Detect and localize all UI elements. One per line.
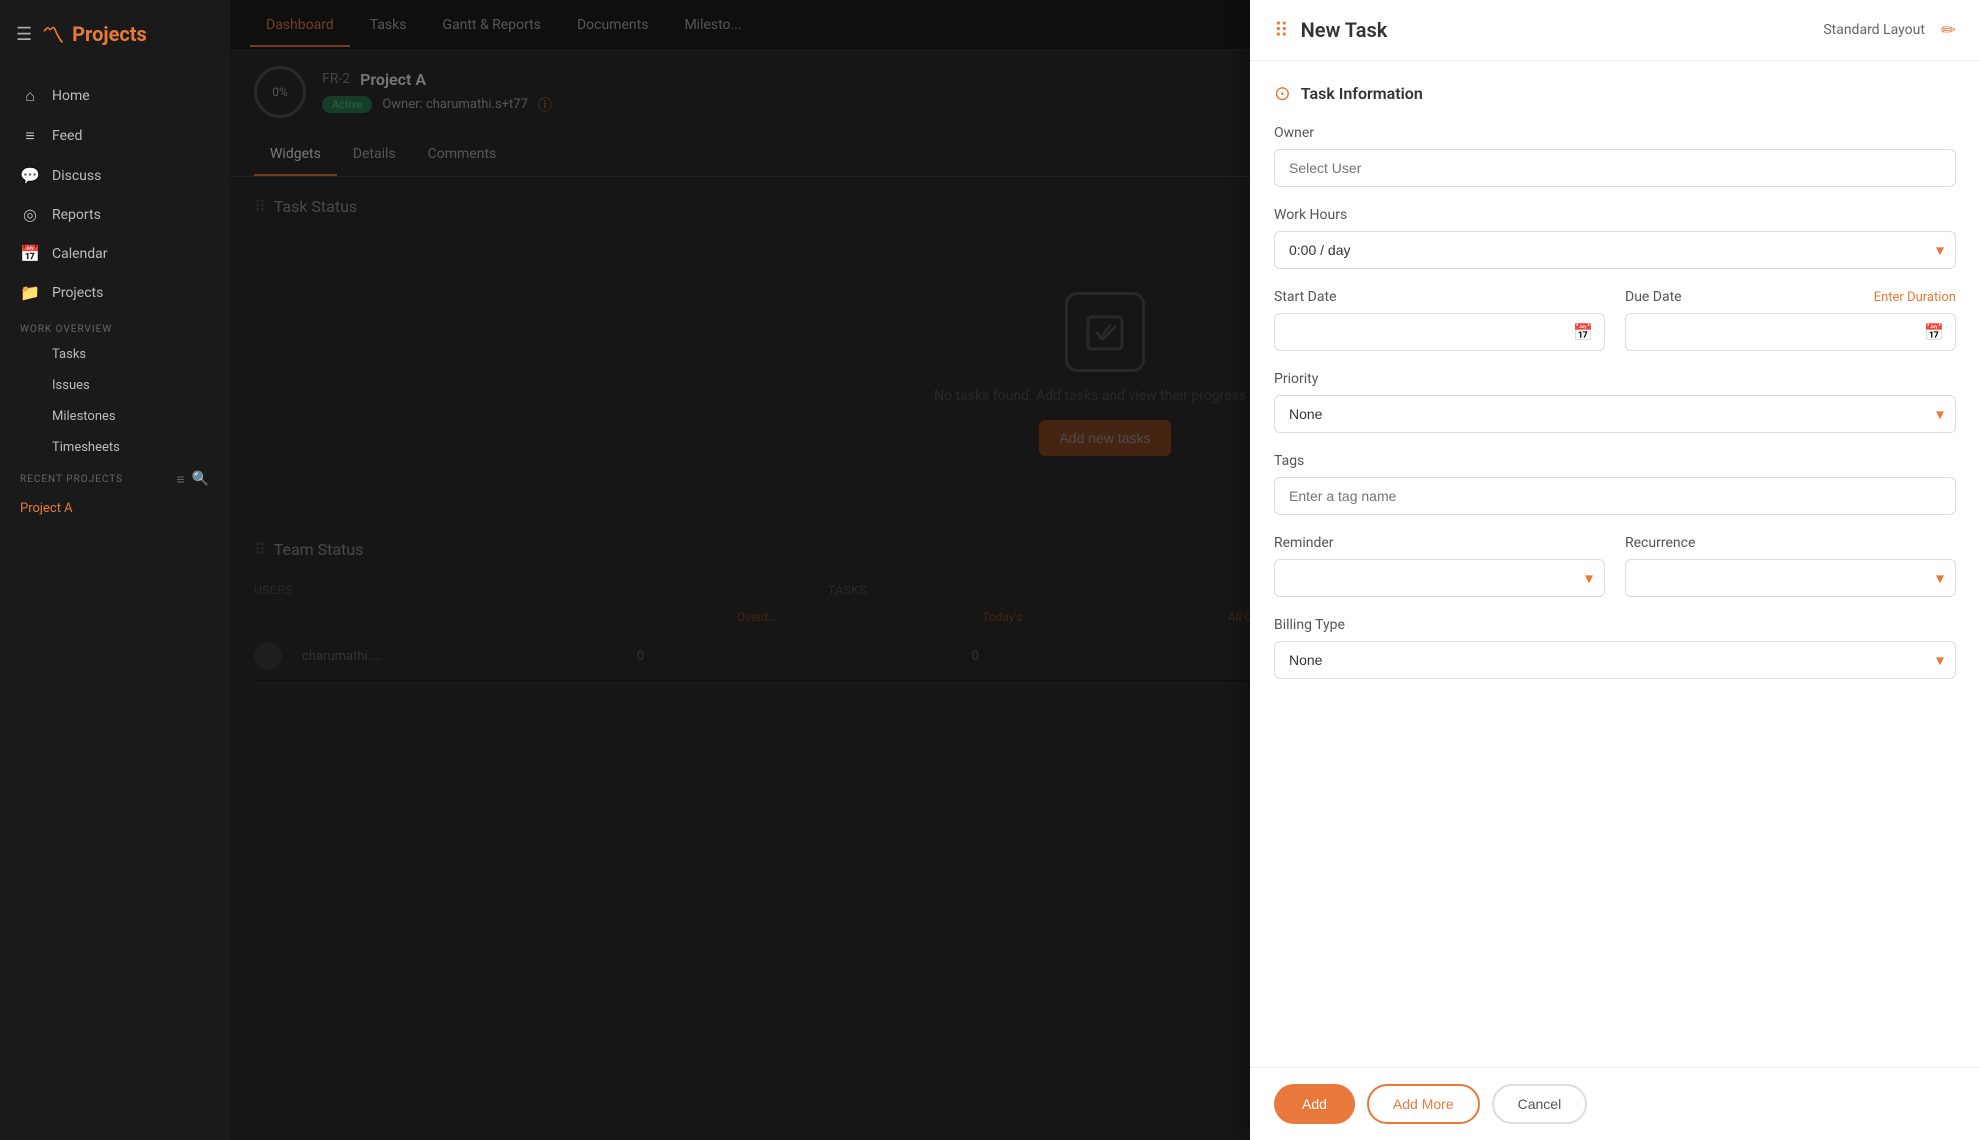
reminder-label: Reminder — [1274, 535, 1605, 551]
new-task-panel: ⠿ New Task Standard Layout ✏ ⊙ Task Info… — [1250, 0, 1980, 1140]
sidebar-label-timesheets: Timesheets — [52, 440, 120, 455]
billing-type-label: Billing Type — [1274, 617, 1956, 633]
logo-icon: 〽 — [42, 18, 64, 50]
start-date-label: Start Date — [1274, 289, 1605, 305]
app-logo: 〽 Projects — [42, 18, 147, 50]
tags-input[interactable] — [1274, 477, 1956, 515]
date-fields-row: Start Date 📅 Due Date Enter Duration 📅 — [1274, 289, 1956, 371]
sidebar-item-calendar[interactable]: 📅 Calendar — [0, 234, 230, 273]
due-date-calendar-icon[interactable]: 📅 — [1924, 323, 1944, 342]
sidebar-label-projects: Projects — [52, 285, 103, 301]
home-icon: ⌂ — [20, 86, 40, 106]
discuss-icon: 💬 — [20, 166, 40, 185]
enter-duration-link[interactable]: Enter Duration — [1874, 290, 1956, 305]
tags-field-group: Tags — [1274, 453, 1956, 515]
sidebar-item-tasks[interactable]: Tasks — [0, 339, 230, 370]
start-date-wrapper: 📅 — [1274, 313, 1605, 351]
sidebar-label-issues: Issues — [52, 378, 90, 393]
main-content: Dashboard Tasks Gantt & Reports Document… — [230, 0, 1980, 1140]
recent-projects-list-icon[interactable]: ≡ — [176, 471, 185, 488]
recurrence-select-wrapper: ▾ — [1625, 559, 1956, 597]
due-date-wrapper: 📅 — [1625, 313, 1956, 351]
sidebar-item-discuss[interactable]: 💬 Discuss — [0, 156, 230, 195]
panel-title-area: ⠿ New Task — [1274, 18, 1387, 42]
reminder-select-wrapper: ▾ — [1274, 559, 1605, 597]
add-more-button[interactable]: Add More — [1367, 1084, 1480, 1124]
sidebar-label-calendar: Calendar — [52, 246, 108, 262]
sidebar: ☰ 〽 Projects ⌂ Home ≡ Feed 💬 Discuss ◎ R… — [0, 0, 230, 1140]
task-info-section-header: ⊙ Task Information — [1274, 81, 1956, 105]
hamburger-icon[interactable]: ☰ — [16, 24, 32, 45]
sidebar-label-feed: Feed — [52, 128, 82, 144]
billing-type-select[interactable]: None Billable Non-Billable — [1274, 641, 1956, 679]
grid-icon: ⠿ — [1274, 18, 1289, 42]
priority-label: Priority — [1274, 371, 1956, 387]
recent-projects-header: RECENT PROJECTS ≡ 🔍 — [0, 463, 230, 492]
sidebar-label-tasks: Tasks — [52, 347, 86, 362]
priority-select[interactable]: None Low Medium High — [1274, 395, 1956, 433]
priority-field-group: Priority None Low Medium High ▾ — [1274, 371, 1956, 433]
sidebar-item-timesheets[interactable]: Timesheets — [0, 432, 230, 463]
work-hours-select-wrapper: 0:00 / day ▾ — [1274, 231, 1956, 269]
recent-project-label: Project A — [20, 501, 73, 516]
layout-label: Standard Layout — [1823, 22, 1925, 38]
due-date-label-row: Due Date Enter Duration — [1625, 289, 1956, 305]
reports-icon: ◎ — [20, 205, 40, 224]
sidebar-label-reports: Reports — [52, 207, 101, 223]
calendar-icon: 📅 — [20, 244, 40, 263]
recent-projects-search-icon[interactable]: 🔍 — [192, 471, 210, 488]
work-hours-label: Work Hours — [1274, 207, 1956, 223]
app-name: Projects — [72, 22, 147, 46]
panel-title: New Task — [1301, 18, 1388, 42]
work-hours-select[interactable]: 0:00 / day — [1274, 231, 1956, 269]
sidebar-item-milestones[interactable]: Milestones — [0, 401, 230, 432]
add-button[interactable]: Add — [1274, 1084, 1355, 1124]
sidebar-item-projects[interactable]: 📁 Projects — [0, 273, 230, 312]
sidebar-item-home[interactable]: ⌂ Home — [0, 76, 230, 116]
panel-body: ⊙ Task Information Owner Work Hours 0:00… — [1250, 61, 1980, 1067]
priority-select-wrapper: None Low Medium High ▾ — [1274, 395, 1956, 433]
billing-type-field-group: Billing Type None Billable Non-Billable … — [1274, 617, 1956, 679]
owner-input[interactable] — [1274, 149, 1956, 187]
recent-projects-label: RECENT PROJECTS — [20, 474, 123, 485]
sidebar-navigation: ⌂ Home ≡ Feed 💬 Discuss ◎ Reports 📅 Cale… — [0, 68, 230, 1140]
recurrence-group: Recurrence ▾ — [1625, 535, 1956, 597]
recurrence-select[interactable] — [1625, 559, 1956, 597]
recent-project-a[interactable]: Project A — [0, 492, 230, 525]
start-date-group: Start Date 📅 — [1274, 289, 1605, 351]
collapse-icon[interactable]: ⊙ — [1274, 81, 1291, 105]
work-hours-field-group: Work Hours 0:00 / day ▾ — [1274, 207, 1956, 269]
sidebar-label-discuss: Discuss — [52, 168, 101, 184]
reminder-group: Reminder ▾ — [1274, 535, 1605, 597]
work-overview-section-title: WORK OVERVIEW — [0, 312, 230, 339]
panel-header-right: Standard Layout ✏ — [1823, 20, 1956, 41]
panel-footer: Add Add More Cancel — [1250, 1067, 1980, 1140]
sidebar-item-issues[interactable]: Issues — [0, 370, 230, 401]
due-date-label: Due Date — [1625, 289, 1682, 305]
panel-header: ⠿ New Task Standard Layout ✏ — [1250, 0, 1980, 61]
section-name: Task Information — [1301, 84, 1423, 103]
edit-icon[interactable]: ✏ — [1941, 20, 1956, 41]
reminder-select[interactable] — [1274, 559, 1605, 597]
recurrence-label: Recurrence — [1625, 535, 1956, 551]
sidebar-header: ☰ 〽 Projects — [0, 0, 230, 68]
start-date-calendar-icon[interactable]: 📅 — [1573, 323, 1593, 342]
start-date-input[interactable] — [1274, 313, 1605, 351]
cancel-button[interactable]: Cancel — [1492, 1084, 1588, 1124]
owner-label: Owner — [1274, 125, 1956, 141]
tags-label: Tags — [1274, 453, 1956, 469]
sidebar-label-milestones: Milestones — [52, 409, 116, 424]
due-date-group: Due Date Enter Duration 📅 — [1625, 289, 1956, 351]
sidebar-item-reports[interactable]: ◎ Reports — [0, 195, 230, 234]
due-date-input[interactable] — [1625, 313, 1956, 351]
sidebar-label-home: Home — [52, 88, 90, 104]
billing-type-select-wrapper: None Billable Non-Billable ▾ — [1274, 641, 1956, 679]
owner-field-group: Owner — [1274, 125, 1956, 187]
reminder-recurrence-row: Reminder ▾ Recurrence ▾ — [1274, 535, 1956, 617]
feed-icon: ≡ — [20, 126, 40, 146]
projects-icon: 📁 — [20, 283, 40, 302]
sidebar-item-feed[interactable]: ≡ Feed — [0, 116, 230, 156]
